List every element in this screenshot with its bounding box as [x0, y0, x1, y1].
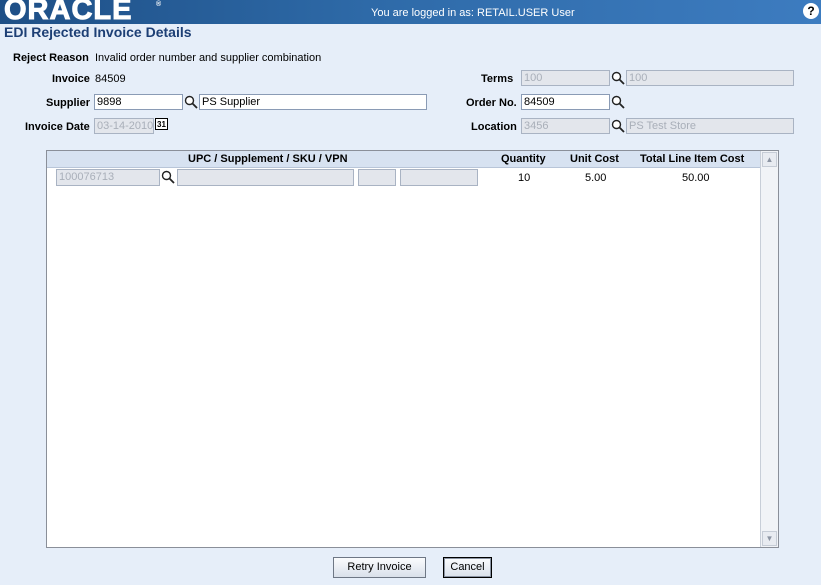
location-search-icon[interactable] — [611, 119, 625, 133]
invoice-value: 84509 — [95, 73, 126, 85]
reject-reason-value: Invalid order number and supplier combin… — [95, 52, 322, 64]
supplier-search-icon[interactable] — [184, 95, 198, 109]
item-search-icon[interactable] — [161, 170, 175, 184]
order-no-input[interactable]: 84509 — [521, 94, 610, 110]
sku-input[interactable] — [358, 169, 396, 186]
order-no-label: Order No. — [466, 97, 517, 109]
grid-header: UPC / Supplement / SKU / VPN Quantity Un… — [47, 151, 761, 168]
supplier-id-input[interactable]: 9898 — [94, 94, 183, 110]
terms-search-icon[interactable] — [611, 71, 625, 85]
supplement-input[interactable] — [177, 169, 354, 186]
column-header-unit-cost[interactable]: Unit Cost — [570, 153, 619, 165]
registered-mark: ® — [156, 1, 162, 8]
retry-invoice-button[interactable]: Retry Invoice — [333, 557, 426, 578]
location-label: Location — [471, 121, 517, 133]
login-info: You are logged in as: RETAIL.USER User — [371, 7, 575, 19]
location-id-input[interactable]: 3456 — [521, 118, 610, 134]
upc-input[interactable]: 100076713 — [56, 169, 160, 186]
column-header-item[interactable]: UPC / Supplement / SKU / VPN — [188, 153, 348, 165]
invoice-items-grid: UPC / Supplement / SKU / VPN Quantity Un… — [46, 150, 779, 548]
location-name-input[interactable]: PS Test Store — [626, 118, 794, 134]
oracle-logo: ORACLE — [3, 0, 133, 26]
supplier-label: Supplier — [46, 97, 91, 109]
header-banner: ORACLE ® You are logged in as: RETAIL.US… — [0, 0, 821, 26]
page-title: EDI Rejected Invoice Details — [4, 24, 192, 40]
supplier-name-input[interactable]: PS Supplier — [199, 94, 427, 110]
terms-code-input[interactable]: 100 — [521, 70, 610, 86]
invoice-label: Invoice — [52, 73, 90, 85]
order-search-icon[interactable] — [611, 95, 625, 109]
invoice-date-label: Invoice Date — [25, 121, 90, 133]
scroll-down-icon[interactable]: ▼ — [762, 531, 777, 546]
calendar-icon[interactable]: 31 — [155, 118, 168, 130]
invoice-date-input[interactable]: 03-14-2010 — [94, 118, 154, 134]
terms-label: Terms — [481, 73, 514, 85]
help-icon[interactable]: ? — [803, 3, 819, 19]
reject-reason-label: Reject Reason — [13, 52, 89, 64]
grid-vertical-scrollbar[interactable]: ▲ ▼ — [760, 151, 778, 547]
total-cost-cell: 50.00 — [682, 172, 710, 184]
terms-description-input[interactable]: 100 — [626, 70, 794, 86]
table-row[interactable]: 100076713 10 5.00 50.00 — [47, 168, 761, 188]
column-header-total[interactable]: Total Line Item Cost — [640, 153, 744, 165]
vpn-input[interactable] — [400, 169, 478, 186]
quantity-cell: 10 — [518, 172, 531, 184]
column-header-quantity[interactable]: Quantity — [501, 153, 546, 165]
scroll-up-icon[interactable]: ▲ — [762, 152, 777, 167]
unit-cost-cell: 5.00 — [585, 172, 607, 184]
cancel-button[interactable]: Cancel — [443, 557, 492, 578]
